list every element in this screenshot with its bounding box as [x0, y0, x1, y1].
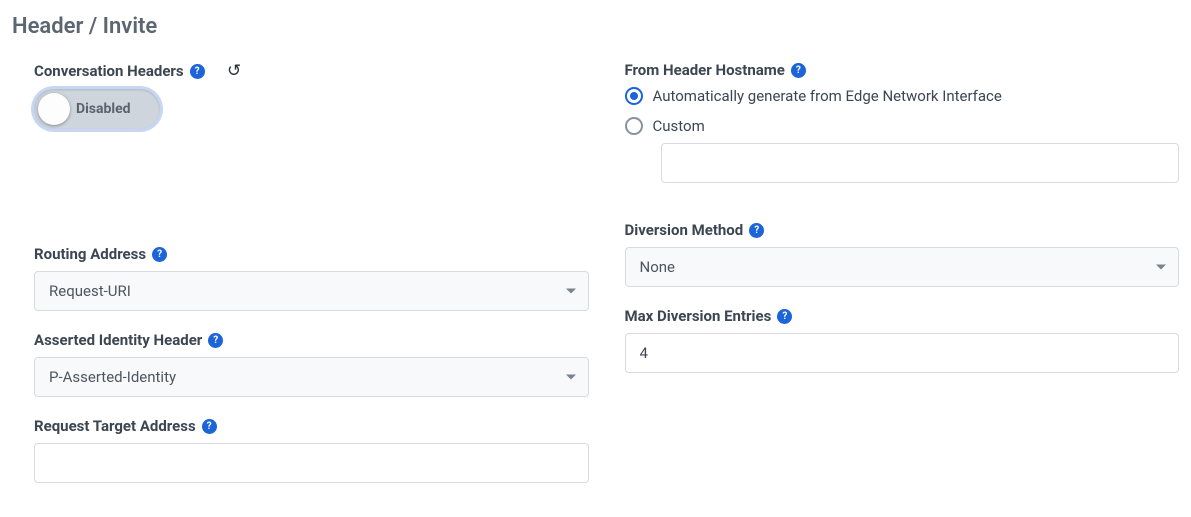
help-icon[interactable]: ?	[208, 333, 223, 348]
routing-address-select[interactable]: Request-URI	[34, 271, 589, 311]
help-icon[interactable]: ?	[190, 64, 205, 79]
max-diversion-label: Max Diversion Entries	[625, 307, 772, 325]
radio-unchecked-icon	[625, 117, 643, 135]
asserted-identity-value: P-Asserted-Identity	[49, 368, 176, 386]
asserted-identity-label: Asserted Identity Header	[34, 331, 202, 349]
from-header-custom-label: Custom	[653, 117, 705, 135]
chevron-down-icon	[566, 375, 576, 380]
toggle-knob	[38, 93, 70, 125]
conversation-headers-label: Conversation Headers	[34, 62, 184, 80]
chevron-down-icon	[566, 289, 576, 294]
diversion-method-label: Diversion Method	[625, 221, 744, 239]
request-target-label: Request Target Address	[34, 417, 196, 435]
toggle-state-label: Disabled	[76, 101, 131, 117]
request-target-input[interactable]	[34, 443, 589, 483]
from-header-label: From Header Hostname	[625, 61, 785, 79]
from-header-custom-input[interactable]	[661, 143, 1180, 183]
help-icon[interactable]: ?	[152, 247, 167, 262]
from-header-radio-auto[interactable]: Automatically generate from Edge Network…	[625, 87, 1180, 105]
conversation-headers-toggle[interactable]: Disabled	[34, 89, 160, 129]
routing-address-value: Request-URI	[49, 282, 131, 300]
reset-icon[interactable]: ↻	[227, 61, 241, 81]
help-icon[interactable]: ?	[202, 419, 217, 434]
asserted-identity-select[interactable]: P-Asserted-Identity	[34, 357, 589, 397]
chevron-down-icon	[1156, 265, 1166, 270]
section-title: Header / Invite	[12, 14, 1179, 39]
help-icon[interactable]: ?	[749, 223, 764, 238]
routing-address-label: Routing Address	[34, 245, 146, 263]
diversion-method-value: None	[640, 258, 676, 276]
help-icon[interactable]: ?	[791, 63, 806, 78]
diversion-method-select[interactable]: None	[625, 247, 1180, 287]
from-header-radio-custom[interactable]: Custom	[625, 117, 1180, 135]
help-icon[interactable]: ?	[777, 309, 792, 324]
from-header-auto-label: Automatically generate from Edge Network…	[653, 87, 1002, 105]
max-diversion-input[interactable]	[625, 333, 1180, 373]
radio-checked-icon	[625, 87, 643, 105]
